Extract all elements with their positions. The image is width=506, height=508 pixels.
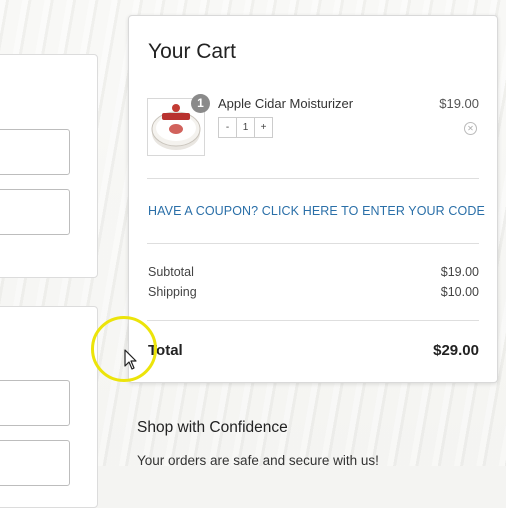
- shipping-label: Shipping: [148, 285, 197, 299]
- mouse-pointer-icon: [124, 349, 137, 370]
- cart-item-price: $19.00: [439, 96, 479, 111]
- total-value: $29.00: [433, 342, 479, 359]
- form-input-field[interactable]: [0, 380, 70, 426]
- quantity-value[interactable]: 1: [237, 118, 255, 137]
- subtotal-label: Subtotal: [148, 265, 194, 279]
- coupon-link[interactable]: HAVE A COUPON? CLICK HERE TO ENTER YOUR …: [148, 204, 485, 218]
- increase-quantity-button[interactable]: +: [255, 118, 272, 137]
- cart-panel: Your Cart 1 Apple Cidar Moisturizer $19.…: [128, 15, 498, 383]
- divider: [147, 320, 479, 321]
- shipping-value: $10.00: [440, 285, 479, 299]
- form-input-field[interactable]: [0, 189, 70, 235]
- decrease-quantity-button[interactable]: -: [219, 118, 237, 137]
- confidence-heading: Shop with Confidence: [137, 419, 288, 436]
- cart-item-name[interactable]: Apple Cidar Moisturizer: [218, 96, 353, 111]
- cart-title: Your Cart: [148, 40, 236, 63]
- divider: [147, 178, 479, 179]
- subtotal-value: $19.00: [440, 265, 479, 279]
- form-input-field[interactable]: [0, 129, 70, 175]
- quantity-stepper: - 1 +: [218, 117, 273, 138]
- close-circle-icon[interactable]: ✕: [464, 122, 477, 135]
- form-input-field[interactable]: [0, 440, 70, 486]
- divider: [147, 243, 479, 244]
- quantity-badge: 1: [191, 94, 210, 113]
